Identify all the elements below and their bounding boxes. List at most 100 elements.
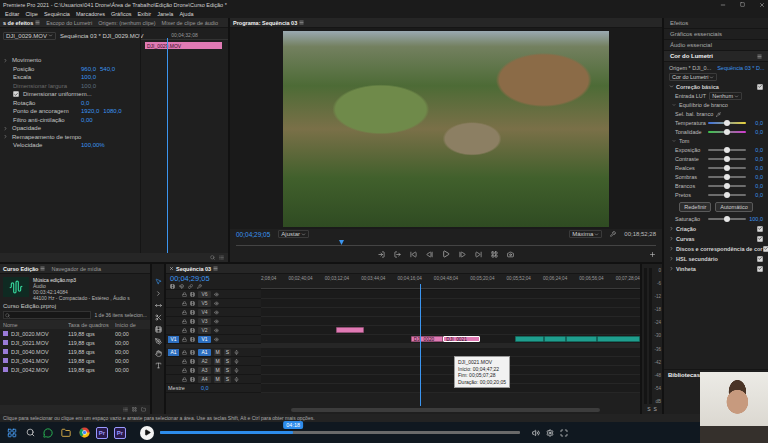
slider-value[interactable]: 0,0 [749,147,763,153]
playhead[interactable] [420,284,421,406]
property-value[interactable]: 100,00% [81,142,105,148]
clip[interactable]: DJI_0021 [443,336,480,342]
track-button[interactable]: M [214,367,221,374]
menu-item[interactable]: Exibir [137,11,151,17]
expand-icon[interactable] [3,134,8,139]
slider-knob[interactable] [724,216,730,222]
sync-icon[interactable] [190,377,195,382]
section-checkbox[interactable] [757,266,763,272]
scroll-thumb[interactable] [291,408,600,412]
clip[interactable]: DJI_0020 [411,336,444,342]
track-name[interactable]: A2 [198,358,211,365]
section-header[interactable]: Criação [669,224,763,233]
lock-icon[interactable] [182,359,187,364]
search-field[interactable] [3,311,91,319]
eye-icon[interactable] [214,310,219,315]
player-play-button[interactable] [140,426,154,440]
slider-value[interactable]: 0,0 [749,174,763,180]
track-name[interactable]: V1 [198,336,211,343]
panel-tab[interactable]: Mixer de clipe de áudio [162,20,219,26]
slider-knob[interactable] [724,147,730,153]
track-name[interactable]: V5 [198,300,211,307]
panel-tab[interactable]: Origem: (nenhum clipe) [98,20,155,26]
effect-dropdown[interactable]: Cor do Lumetri [669,73,717,81]
expand-icon[interactable] [3,58,8,63]
slider-knob[interactable] [724,156,730,162]
settings-icon[interactable] [546,429,554,437]
tool[interactable] [155,362,162,369]
button[interactable]: Redefinir [679,202,711,212]
panel-link[interactable]: Gráficos essenciais [664,29,768,40]
track-button[interactable]: M [214,376,221,383]
menu-item[interactable]: Clipe [25,11,38,17]
panel-link[interactable]: Áudio essencial [664,40,768,51]
button[interactable]: Automático [715,202,753,212]
track-name[interactable]: V2 [198,327,211,334]
time-ruler[interactable]: 2;08;0400;02;40;0400;03;12;0400;03;44;04… [261,274,640,289]
settings-icon[interactable] [197,284,202,289]
icon-view-icon[interactable] [132,407,137,412]
sync-icon[interactable] [190,337,195,342]
scrollbar[interactable] [166,406,640,414]
start-button[interactable] [6,427,18,439]
close-icon[interactable] [169,266,174,271]
lock-icon[interactable] [182,337,187,342]
slider-value[interactable]: 0,0 [749,192,763,198]
quality-dropdown[interactable]: Máxima [569,230,602,238]
explorer-button[interactable] [60,427,72,439]
lock-icon[interactable] [182,292,187,297]
lock-icon[interactable] [182,368,187,373]
clip[interactable] [515,336,544,342]
player-progress[interactable]: 04:18 [160,431,520,434]
source-patch[interactable] [168,376,179,383]
playhead[interactable] [339,240,344,245]
property-value[interactable]: 1080,0 [103,108,121,114]
clip[interactable] [566,336,597,342]
minimize-icon[interactable] [720,2,726,8]
slider-track[interactable] [708,185,746,187]
property-value[interactable]: 960,0 [81,66,96,72]
step-forward-icon[interactable] [459,251,466,258]
property-checkbox[interactable] [13,91,19,97]
scrub-bar[interactable] [236,239,656,246]
chrome-button[interactable] [78,427,90,439]
section-header[interactable]: Vinheta [669,264,763,273]
search-button[interactable] [24,427,36,439]
track-button[interactable]: S [224,376,231,383]
play-icon[interactable] [442,250,450,258]
section-header[interactable]: HSL secundário [669,254,763,263]
table-row[interactable]: DJI_0040.MOV119,88 qps00;00 [0,347,150,356]
lock-icon[interactable] [182,310,187,315]
source-patch[interactable] [168,327,179,334]
volume-icon[interactable] [532,429,540,437]
slider-track[interactable] [708,176,746,178]
track-button[interactable]: M [214,358,221,365]
whatsapp-button[interactable] [42,427,54,439]
track-name[interactable]: A4 [198,376,211,383]
slider-track[interactable] [708,194,746,196]
lock-icon[interactable] [182,350,187,355]
premiere-app[interactable]: Pr [96,427,108,439]
sync-icon[interactable] [190,368,195,373]
slider-knob[interactable] [724,174,730,180]
lock-icon[interactable] [182,301,187,306]
source-patch[interactable]: V1 [168,336,179,343]
slider-knob[interactable] [724,192,730,198]
eye-icon[interactable] [214,319,219,324]
tool[interactable] [155,350,162,357]
track-button[interactable]: S [224,349,231,356]
slider-track[interactable] [708,131,746,133]
current-timecode[interactable]: 00;04;29;05 [236,231,270,238]
go-to-in-icon[interactable] [410,251,417,258]
table-row[interactable]: DJI_0020.MOV119,88 qps00;00 [0,329,150,338]
section-checkbox[interactable] [763,246,768,252]
premiere-app[interactable]: Pr [114,427,126,439]
slider-value[interactable]: 0,0 [749,120,763,126]
sync-icon[interactable] [190,359,195,364]
solo-button[interactable]: S [647,406,650,412]
lock-icon[interactable] [182,377,187,382]
wrench-icon[interactable] [610,231,616,237]
sync-icon[interactable] [190,292,195,297]
panel-tab[interactable]: Navegador de mídia [51,266,101,272]
step-back-icon[interactable] [426,251,433,258]
